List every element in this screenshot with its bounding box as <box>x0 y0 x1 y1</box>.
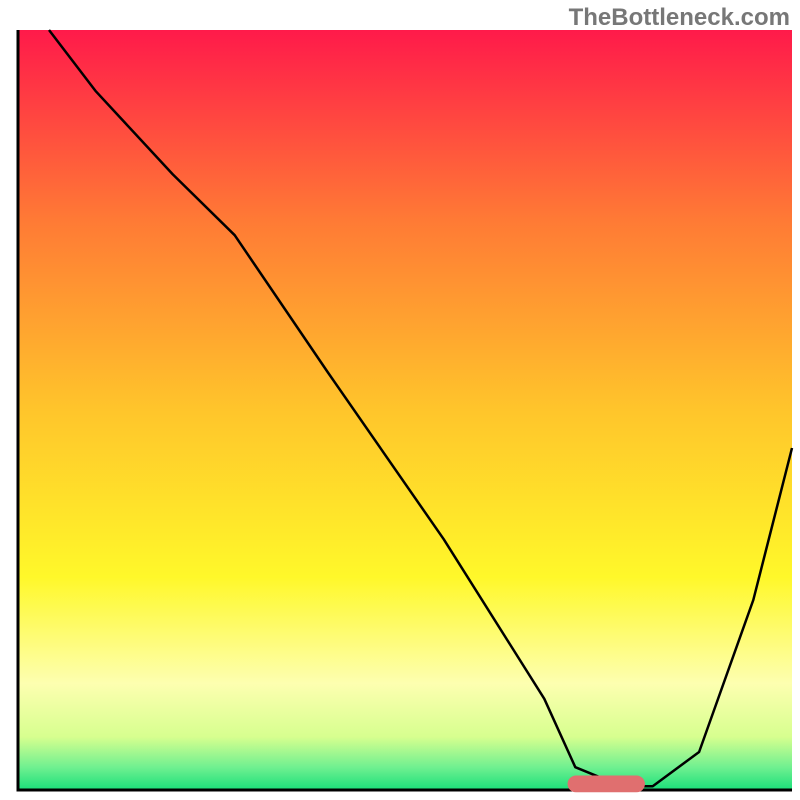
chart-background <box>18 30 792 790</box>
bottleneck-chart <box>0 0 800 800</box>
optimal-zone-marker <box>568 776 645 793</box>
chart-container: TheBottleneck.com <box>0 0 800 800</box>
watermark-text: TheBottleneck.com <box>569 4 790 32</box>
